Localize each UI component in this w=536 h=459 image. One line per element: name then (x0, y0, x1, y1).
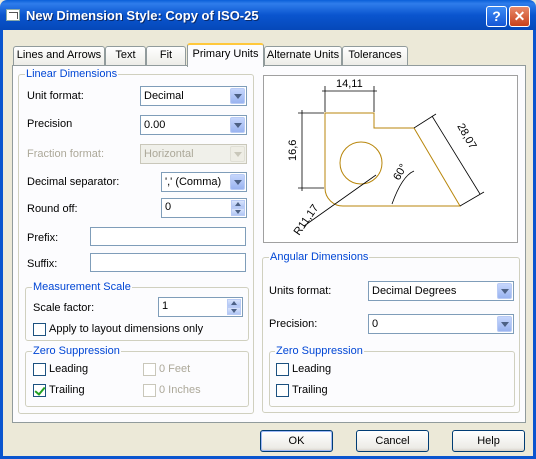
angular-trailing-label: Trailing (292, 384, 328, 396)
decimal-separator-label: Decimal separator: (27, 176, 120, 188)
linear-leading-label: Leading (49, 363, 89, 375)
tab-lines-and-arrows[interactable]: Lines and Arrows (13, 46, 105, 66)
spin-up-icon[interactable] (231, 200, 245, 208)
scale-factor-value: 1 (162, 300, 169, 312)
dim-left-label: 16,6 (287, 140, 299, 161)
chevron-down-icon[interactable] (497, 283, 512, 299)
scale-factor-label: Scale factor: (33, 302, 95, 314)
precision-value: 0.00 (144, 119, 166, 131)
spin-up-icon[interactable] (227, 299, 241, 307)
preview-drawing: 14,11 16,6 28,07 60° R11,17 (287, 78, 485, 238)
angular-units-format-label: Units format: (269, 285, 332, 297)
app-icon (6, 9, 20, 21)
chevron-down-icon[interactable] (230, 174, 245, 190)
spin-down-icon[interactable] (227, 307, 241, 315)
ok-button[interactable]: OK (260, 430, 333, 452)
scale-factor-spinner[interactable]: 1 (158, 297, 243, 317)
angular-dimensions-title: Angular Dimensions (269, 251, 370, 263)
linear-trailing-checkbox[interactable] (33, 384, 46, 397)
close-button[interactable]: ✕ (509, 6, 530, 27)
tab-text[interactable]: Text (105, 46, 146, 66)
unit-format-label: Unit format: (27, 90, 84, 102)
fraction-format-label: Fraction format: (27, 148, 105, 160)
apply-layout-label: Apply to layout dimensions only (49, 323, 204, 335)
round-off-value: 0 (165, 201, 172, 213)
angular-leading-label: Leading (292, 363, 332, 375)
linear-dimensions-title: Linear Dimensions (25, 68, 119, 80)
zero-feet-label: 0 Feet (159, 363, 191, 375)
decimal-separator-select[interactable]: ',' (Comma) (161, 172, 247, 192)
cancel-button[interactable]: Cancel (356, 430, 429, 452)
precision-label: Precision (27, 118, 73, 130)
dimension-lines (298, 86, 485, 227)
apply-layout-checkbox[interactable] (33, 323, 46, 336)
linear-trailing-label: Trailing (49, 384, 85, 396)
unit-format-select[interactable]: Decimal (140, 86, 247, 106)
angular-units-format-select[interactable]: Decimal Degrees (368, 281, 514, 301)
tab-fit[interactable]: Fit (146, 46, 186, 66)
zero-feet-checkbox (143, 363, 156, 376)
linear-zero-suppression-group (25, 351, 249, 407)
tab-primary-units[interactable]: Primary Units (187, 43, 264, 67)
prefix-label: Prefix: (27, 232, 59, 244)
angular-precision-select[interactable]: 0 (368, 314, 514, 334)
suffix-label: Suffix: (27, 258, 58, 270)
round-off-label: Round off: (27, 203, 78, 215)
measurement-scale-title: Measurement Scale (32, 281, 132, 293)
decimal-separator-value: ',' (Comma) (165, 176, 222, 188)
tab-tolerances[interactable]: Tolerances (342, 46, 408, 66)
fraction-format-select: Horizontal (140, 144, 247, 164)
prefix-input[interactable] (90, 227, 246, 246)
unit-format-value: Decimal (144, 90, 184, 102)
zero-inches-label: 0 Inches (159, 384, 201, 396)
dimension-preview: 14,11 16,6 28,07 60° R11,17 (263, 75, 518, 243)
round-off-spinner[interactable]: 0 (161, 198, 247, 218)
angular-units-format-value: Decimal Degrees (372, 285, 457, 297)
angular-leading-checkbox[interactable] (276, 363, 289, 376)
window-frame-left (0, 30, 3, 459)
zero-inches-checkbox (143, 384, 156, 397)
chevron-down-icon[interactable] (230, 88, 245, 104)
suffix-input[interactable] (90, 253, 246, 272)
linear-leading-checkbox[interactable] (33, 363, 46, 376)
window-title: New Dimension Style: Copy of ISO-25 (26, 8, 259, 23)
dim-radius-label: R11,17 (292, 202, 322, 237)
chevron-down-icon (230, 146, 245, 162)
help-button[interactable]: Help (452, 430, 525, 452)
chevron-down-icon[interactable] (230, 117, 245, 133)
fraction-format-value: Horizontal (144, 148, 194, 160)
dim-right-label: 28,07 (454, 122, 478, 152)
angular-trailing-checkbox[interactable] (276, 384, 289, 397)
dim-angle-label: 60° (391, 162, 410, 182)
angular-zero-suppression-group (269, 351, 515, 407)
linear-zero-suppression-title: Zero Suppression (32, 345, 121, 357)
tab-alternate-units[interactable]: Alternate Units (264, 46, 342, 66)
title-help-button[interactable]: ? (486, 6, 507, 27)
part-outline (324, 112, 461, 207)
angular-precision-label: Precision: (269, 318, 318, 330)
chevron-down-icon[interactable] (497, 316, 512, 332)
angular-precision-value: 0 (372, 318, 379, 330)
dim-top-label: 14,11 (336, 78, 363, 90)
angular-zero-suppression-title: Zero Suppression (275, 345, 364, 357)
spin-down-icon[interactable] (231, 208, 245, 216)
precision-select[interactable]: 0.00 (140, 115, 247, 135)
